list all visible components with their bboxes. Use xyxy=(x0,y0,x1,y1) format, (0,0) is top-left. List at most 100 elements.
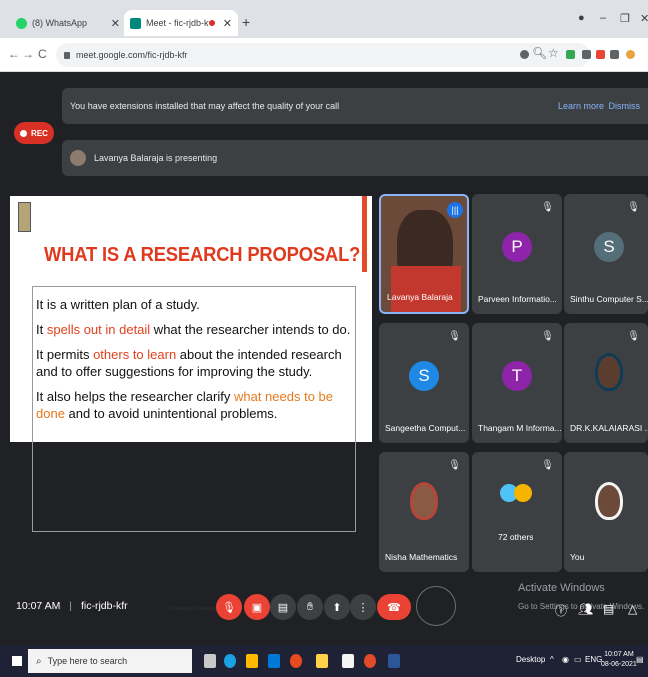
overlay-circle xyxy=(416,586,456,626)
people-icon[interactable]: 👥︎ xyxy=(578,602,593,616)
participant-tile-parveen[interactable]: 🎙︎ P Parveen Informatio... xyxy=(472,194,562,314)
participant-tile-kalaiarasi[interactable]: 🎙︎ DR.K.KALAIARASI ... xyxy=(564,323,648,443)
present-button[interactable]: ⬆ xyxy=(324,594,350,620)
store-icon[interactable] xyxy=(268,654,280,668)
learn-more-link[interactable]: Learn more xyxy=(558,101,604,111)
participant-tile-sangeetha[interactable]: 🎙︎ S Sangeetha Comput... xyxy=(379,323,469,443)
meeting-code: fic-rjdb-kfr xyxy=(80,600,128,612)
avatar xyxy=(410,482,438,520)
mic-off-icon: 🎙︎ xyxy=(448,331,461,342)
participant-tile-nisha[interactable]: 🎙︎ Nisha Mathematics xyxy=(379,452,469,572)
taskbar-clock[interactable]: 10:07 AM 08-06-2021 xyxy=(601,650,637,670)
reload-icon[interactable]: C xyxy=(38,47,47,61)
forward-icon[interactable]: → xyxy=(22,47,34,61)
tray-expand-icon[interactable]: ^ xyxy=(550,655,554,664)
avatar: T xyxy=(502,361,532,391)
maximize-button[interactable]: ❐ xyxy=(620,12,630,25)
back-icon[interactable]: ← xyxy=(8,47,20,61)
captions-button[interactable]: ▤ xyxy=(270,594,296,620)
participant-name: Nisha Mathematics xyxy=(385,552,458,562)
lock-icon xyxy=(64,51,70,59)
extension-icon[interactable] xyxy=(582,50,591,59)
extension-check-icon[interactable] xyxy=(566,50,575,59)
speaking-indicator-icon: ||| xyxy=(447,202,463,218)
bookmark-star-icon[interactable]: ☆ xyxy=(548,46,559,60)
network-icon[interactable]: ◉ xyxy=(562,655,569,664)
raise-hand-button[interactable]: ✋︎ xyxy=(297,594,323,620)
recording-badge[interactable]: REC xyxy=(14,122,54,144)
tab-label: Meet - fic-rjdb-kfr xyxy=(146,18,209,28)
presentation-slide: WHAT IS A RESEARCH PROPOSAL? It is a wri… xyxy=(10,196,372,612)
battery-icon[interactable]: ▭ xyxy=(574,655,582,664)
participant-tile-you[interactable]: You xyxy=(564,452,648,572)
close-tab-icon[interactable]: ✕ xyxy=(111,17,120,30)
chat-icon[interactable]: ▤ xyxy=(603,602,614,616)
whatsapp-icon xyxy=(16,17,27,29)
more-options-button[interactable]: ⋮ xyxy=(350,594,376,620)
close-tab-icon[interactable]: ✕ xyxy=(223,17,232,30)
word-icon[interactable] xyxy=(388,654,400,668)
notification-icon[interactable]: ▤ xyxy=(636,655,644,664)
url-text: meet.google.com/fic-rjdb-kfr xyxy=(76,50,188,60)
new-tab-button[interactable]: + xyxy=(242,14,250,30)
activate-windows-title: Activate Windows xyxy=(518,582,605,594)
participant-video-body xyxy=(391,266,461,312)
url-field[interactable]: meet.google.com/fic-rjdb-kfr xyxy=(56,43,590,67)
screen: (8) WhatsApp ✕ Meet - fic-rjdb-kfr ✕ + ●… xyxy=(0,0,648,677)
mic-toggle-button[interactable]: 🎙︎ xyxy=(216,594,242,620)
slide-title: WHAT IS A RESEARCH PROPOSAL? xyxy=(44,244,361,266)
avatar xyxy=(595,482,623,520)
meet-icon xyxy=(130,17,141,29)
notes-icon[interactable] xyxy=(342,654,354,668)
chrome-icon[interactable] xyxy=(364,654,376,668)
tab-whatsapp[interactable]: (8) WhatsApp ✕ xyxy=(10,10,126,36)
desktop-toolbar-label[interactable]: Desktop xyxy=(516,655,545,664)
rec-label: REC xyxy=(31,128,48,138)
activities-icon[interactable]: △ xyxy=(628,602,637,616)
presenting-banner: Lavanya Balaraja is presenting xyxy=(62,140,648,176)
slide-bullets: It is a written plan of a study. It spel… xyxy=(36,296,362,430)
minimize-button[interactable]: – xyxy=(600,12,606,24)
participant-tile-lavanya[interactable]: ||| Lavanya Balaraja xyxy=(379,194,469,314)
profile-icon[interactable]: ● xyxy=(578,12,585,24)
tab-meet[interactable]: Meet - fic-rjdb-kfr ✕ xyxy=(124,10,238,36)
close-window-button[interactable]: ✕ xyxy=(640,12,648,25)
mic-off-icon: 🎙︎ xyxy=(627,202,640,213)
extension-icon[interactable] xyxy=(596,50,605,59)
participant-name: DR.K.KALAIARASI ... xyxy=(570,423,648,433)
university-logo xyxy=(18,202,31,232)
opera-icon[interactable] xyxy=(290,654,302,668)
participant-tile-others[interactable]: 🎙︎ 72 others xyxy=(472,452,562,572)
windows-start-icon[interactable] xyxy=(12,656,22,666)
folder-icon[interactable] xyxy=(316,654,328,668)
dismiss-button[interactable]: Dismiss xyxy=(609,101,641,111)
meeting-details: 10:07 AM | fic-rjdb-kfr xyxy=(16,600,128,612)
task-view-icon[interactable] xyxy=(204,654,216,668)
participant-tile-sinthu[interactable]: 🎙︎ S Sinthu Computer S... xyxy=(564,194,648,314)
info-icon[interactable]: ⓘ xyxy=(555,602,567,619)
recording-indicator-icon xyxy=(208,20,215,26)
participant-tile-thangam[interactable]: 🎙︎ T Thangam M Informa... xyxy=(472,323,562,443)
participant-name: Parveen Informatio... xyxy=(478,294,557,304)
zoom-icon[interactable]: 🔍︎ xyxy=(532,46,547,60)
bullet-2: It spells out in detail what the researc… xyxy=(36,322,351,337)
clock-date: 08-06-2021 xyxy=(601,661,637,668)
tab-label: (8) WhatsApp xyxy=(32,18,88,28)
windows-taskbar: ⌕ Type here to search Desktop ^ ◉ ▭ ENG … xyxy=(0,645,648,677)
slide-accent-bar xyxy=(362,196,367,272)
avatar[interactable] xyxy=(626,50,635,59)
record-icon xyxy=(20,129,28,137)
avatar xyxy=(70,150,86,166)
camera-toggle-button[interactable]: ▣ xyxy=(244,594,270,620)
banner-text: You have extensions installed that may a… xyxy=(70,101,340,111)
address-bar: ← → C meet.google.com/fic-rjdb-kfr 🔍︎ ☆ xyxy=(0,38,648,72)
puzzle-icon[interactable] xyxy=(610,50,619,59)
edge-icon[interactable] xyxy=(224,654,236,668)
file-explorer-icon[interactable] xyxy=(246,654,258,668)
leave-call-button[interactable]: ☎ xyxy=(377,594,411,620)
mic-off-icon: 🎙︎ xyxy=(541,202,554,213)
taskbar-search-field[interactable]: ⌕ Type here to search xyxy=(28,649,192,673)
meet-stage: You have extensions installed that may a… xyxy=(0,72,648,645)
language-indicator[interactable]: ENG xyxy=(585,655,602,664)
camera-icon[interactable] xyxy=(520,50,529,59)
